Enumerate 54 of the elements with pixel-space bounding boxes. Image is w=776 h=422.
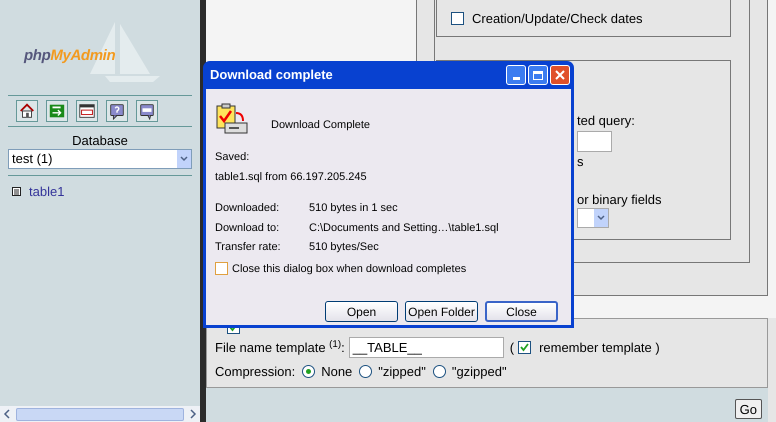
sql-window-icon [78, 102, 96, 120]
detail-value: 510 bytes/Sec [309, 240, 379, 255]
go-button[interactable]: Go [734, 399, 762, 419]
toolbar-button[interactable] [16, 100, 38, 122]
toolbar-button[interactable] [76, 100, 98, 122]
dialog-button[interactable]: Open [325, 301, 398, 322]
checkbox[interactable] [215, 262, 228, 276]
radio-button[interactable] [359, 365, 372, 378]
speech-bubble-icon [138, 102, 156, 120]
toolbar-button[interactable] [106, 100, 128, 122]
saved-label: Saved: [215, 150, 250, 165]
query-label: ted query: [577, 113, 636, 129]
toolbar-button[interactable] [136, 100, 158, 122]
table-link[interactable]: table1 [29, 182, 64, 202]
detail-value: 510 bytes in 1 sec [309, 201, 398, 216]
file-name-label: File name template $^{(1)}$: [215, 338, 345, 357]
radio-label: "zipped" [378, 363, 426, 381]
remember-template-label: remember template ) [539, 338, 660, 357]
checkbox[interactable] [451, 12, 464, 26]
parenthesis: ( [510, 338, 514, 357]
radio-button[interactable] [432, 365, 446, 378]
radio-label: None [321, 363, 352, 381]
binary-fields-label: or binary fields [577, 192, 663, 208]
file-name-input[interactable]: __TABLE__ [348, 337, 504, 358]
dialog-title: Download complete [210, 66, 333, 84]
exit-icon [48, 102, 66, 120]
saved-value: table1.sql from 66.197.205.245 [215, 170, 368, 184]
detail-label: Download to: [215, 220, 280, 236]
dialog-button[interactable]: Close [485, 301, 558, 322]
database-select[interactable]: test (1) [8, 149, 192, 169]
option-label: s [577, 154, 584, 170]
dialog-heading: Download Complete [271, 118, 370, 133]
table-icon [12, 187, 21, 196]
radio-button[interactable] [302, 365, 316, 378]
checkbox-label: Creation/Update/Check dates [472, 10, 643, 28]
detail-label: Downloaded: [215, 201, 280, 216]
checkbox[interactable] [518, 341, 532, 354]
dialog-button[interactable]: Open Folder [405, 301, 478, 322]
app-logo: phpMyAdmin [24, 46, 116, 66]
database-label: Database [71, 133, 129, 149]
detail-label: Transfer rate: [215, 240, 282, 255]
text-field[interactable] [577, 131, 612, 152]
minimize-button[interactable] [506, 65, 526, 85]
checkbox-label: Close this dialog box when download completes [232, 262, 466, 276]
detail-value: C:\Documents and Setting…\table1.sql [309, 220, 499, 236]
close-icon [555, 70, 565, 80]
radio-label: "gzipped" [452, 363, 507, 381]
horizontal-scrollbar[interactable] [0, 406, 200, 422]
help-icon [108, 102, 126, 120]
close-button[interactable] [550, 65, 570, 85]
house-icon [18, 102, 36, 120]
maximize-button[interactable] [528, 65, 548, 85]
compression-label: Compression: [215, 363, 296, 381]
select-field[interactable] [577, 208, 609, 228]
